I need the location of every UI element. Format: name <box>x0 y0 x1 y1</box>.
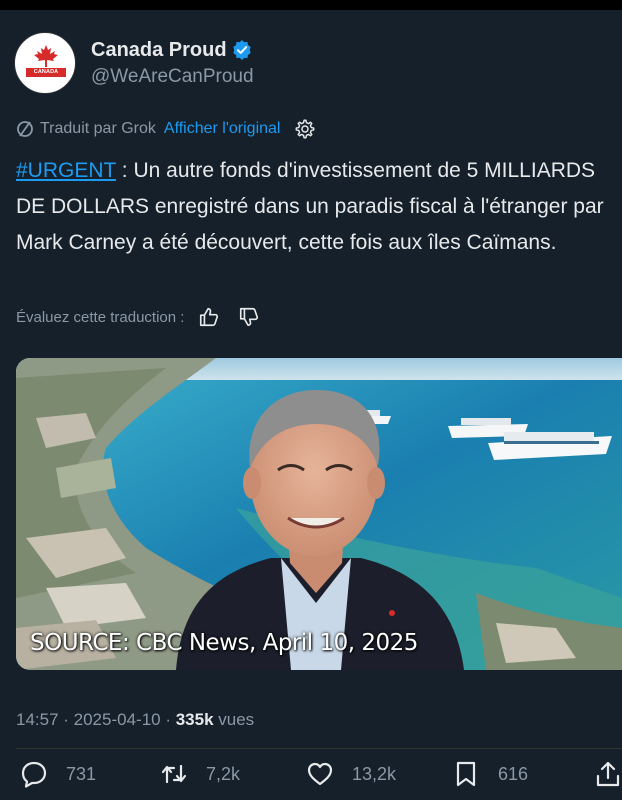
like-count: 13,2k <box>352 763 397 784</box>
tweet-text: #URGENT : Un autre fonds d'investissemen… <box>16 153 611 261</box>
repost-icon <box>161 764 187 784</box>
views-count[interactable]: 335k <box>176 710 214 729</box>
gear-icon[interactable] <box>294 118 316 140</box>
translate-slash-icon <box>17 121 33 137</box>
avatar[interactable]: CANADA PROUD <box>14 32 76 94</box>
bookmark-count: 616 <box>498 763 529 784</box>
thumbs-up-icon[interactable] <box>198 306 220 328</box>
reply-icon <box>21 761 47 788</box>
reply-button[interactable]: 731 <box>20 755 96 793</box>
share-icon <box>596 761 620 787</box>
views-label: vues <box>213 710 255 729</box>
reply-count: 731 <box>66 763 97 784</box>
media-source-caption: SOURCE: CBC News, April 10, 2025 <box>30 630 418 656</box>
maple-leaf-icon <box>34 45 58 67</box>
tweet-header: CANADA PROUD Canada Proud @WeAreCanProud <box>14 32 254 94</box>
verified-badge-icon <box>232 40 251 60</box>
translation-row: Traduit par Grok Afficher l'original <box>16 118 316 140</box>
rate-translation-label: Évaluez cette traduction : <box>16 308 185 326</box>
display-name[interactable]: Canada Proud <box>91 39 227 62</box>
bookmark-icon <box>456 761 476 787</box>
timestamp[interactable]: 14:57 · 2025-04-10 · <box>16 710 176 729</box>
action-bar: 731 7,2k 13,2k 616 <box>16 755 622 793</box>
bookmark-button[interactable]: 616 <box>452 755 528 793</box>
repost-count: 7,2k <box>206 763 241 784</box>
thumbs-down-icon[interactable] <box>238 306 260 328</box>
media-image <box>16 358 622 670</box>
tweet-card: CANADA PROUD Canada Proud @WeAreCanProud… <box>0 10 622 800</box>
like-button[interactable]: 13,2k <box>306 755 396 793</box>
translated-by-label: Traduit par Grok <box>40 120 156 137</box>
divider <box>16 748 622 749</box>
heart-icon <box>307 762 333 786</box>
avatar-brand-text: CANADA PROUD <box>26 68 66 84</box>
account-names: Canada Proud @WeAreCanProud <box>91 39 254 88</box>
tweet-media[interactable]: SOURCE: CBC News, April 10, 2025 <box>16 358 622 670</box>
tweet-meta: 14:57 · 2025-04-10 · 335k vues <box>16 710 254 730</box>
display-name-row[interactable]: Canada Proud <box>91 39 254 62</box>
show-original-link[interactable]: Afficher l'original <box>164 120 281 138</box>
account-handle[interactable]: @WeAreCanProud <box>91 66 254 88</box>
share-button[interactable] <box>594 755 622 793</box>
hashtag-link[interactable]: #URGENT <box>16 159 116 182</box>
rate-translation-row: Évaluez cette traduction : <box>16 306 260 328</box>
repost-button[interactable]: 7,2k <box>160 755 240 793</box>
